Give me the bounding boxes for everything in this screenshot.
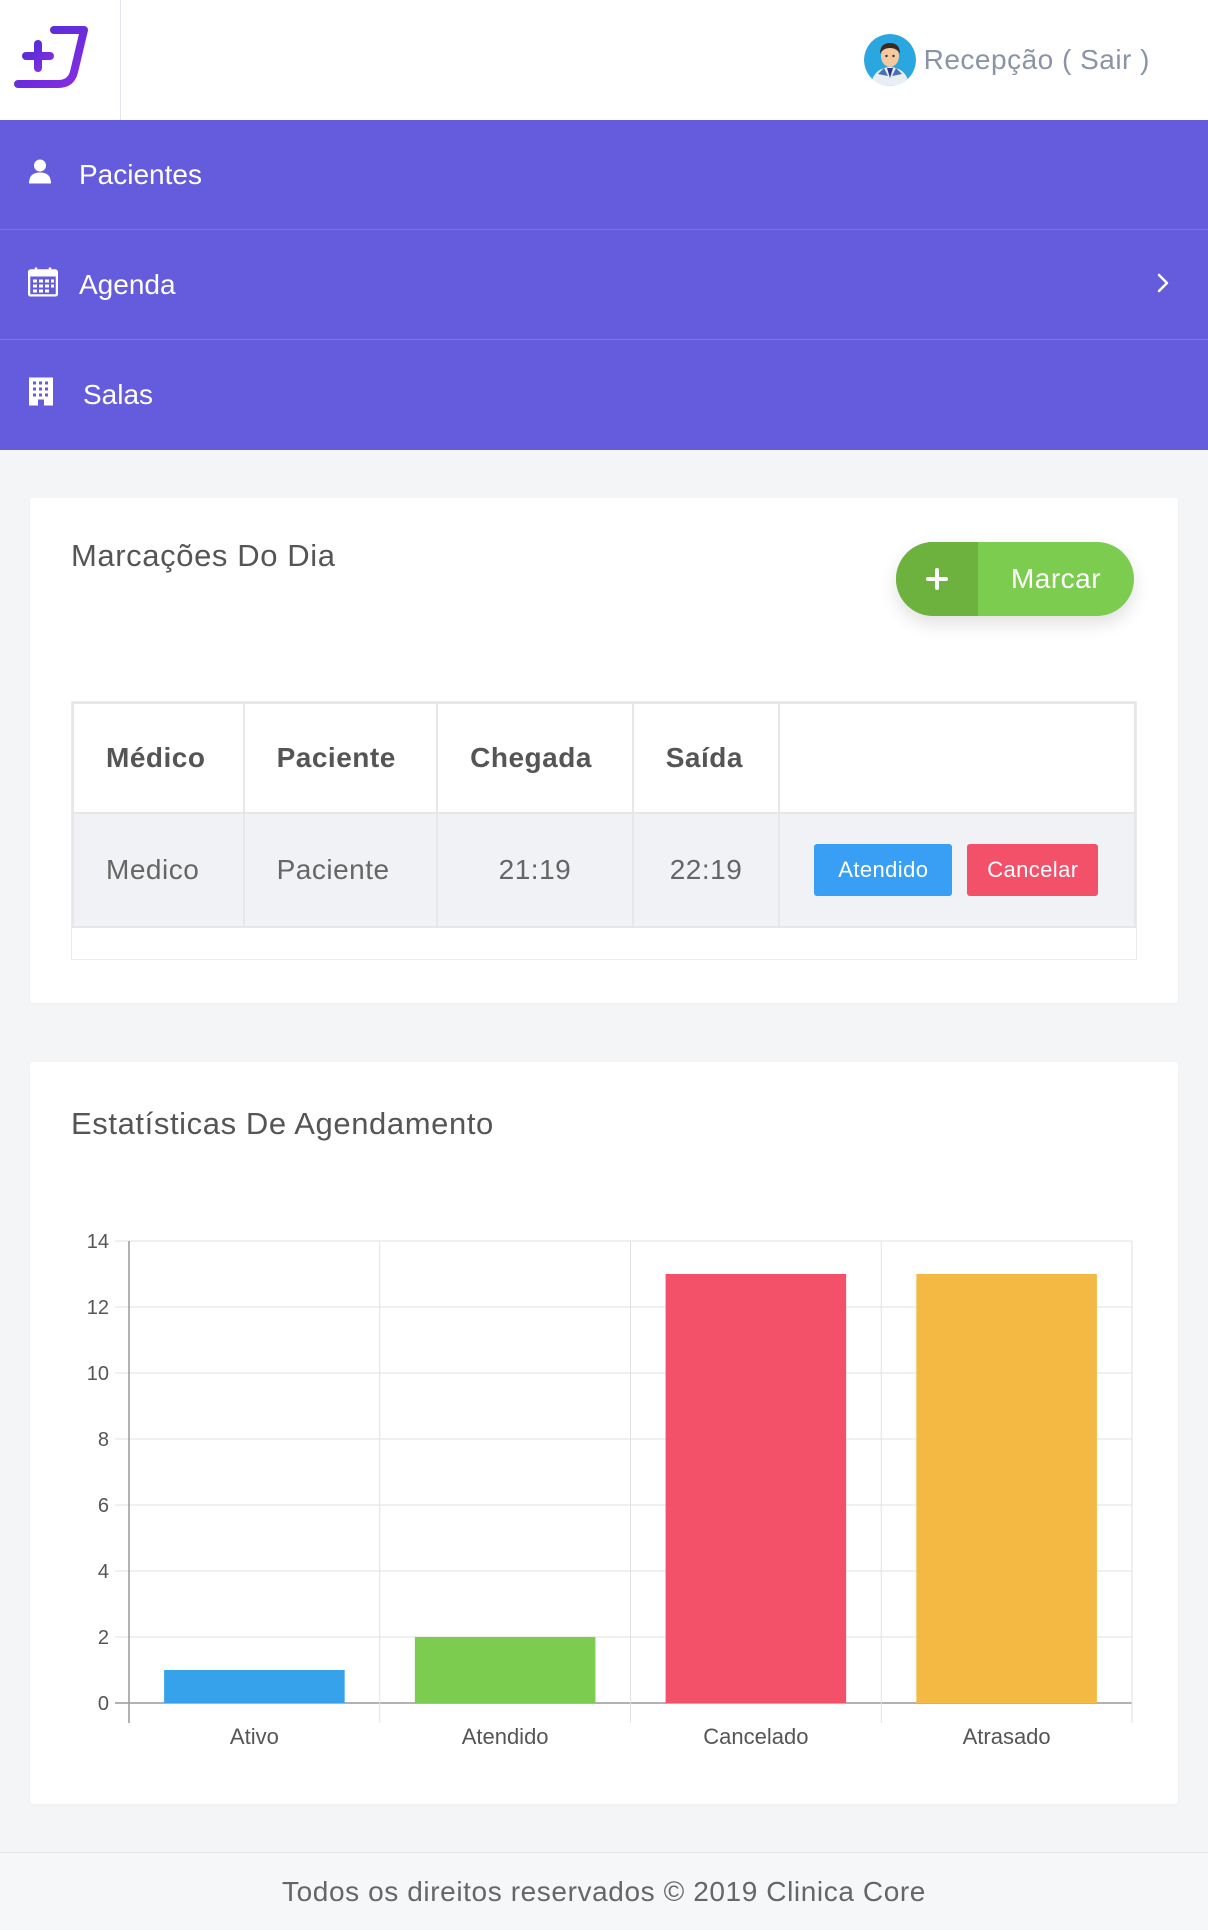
user-label[interactable]: Recepção ( Sair ) [924,44,1150,76]
atendido-button[interactable]: Atendido [814,844,953,896]
cell-saida: 22:19 [631,812,781,928]
footer: Todos os direitos reservados © 2019 Clin… [0,1852,1208,1930]
y-tick-label: 4 [98,1561,109,1583]
nav-label: Salas [83,379,154,410]
cancelar-button[interactable]: Cancelar [967,844,1099,896]
table-row: Medico Paciente 21:19 22:19 Atendido Can… [72,812,1136,928]
x-tick-label: Ativo [230,1724,279,1749]
footer-text: Todos os direitos reservados © 2019 Clin… [282,1875,926,1907]
marcar-button[interactable]: Marcar [896,542,1134,616]
y-tick-label: 12 [87,1297,109,1319]
nav-item-salas[interactable]: Salas [0,340,1208,450]
logo[interactable] [0,0,121,120]
column-header-paciente: Paciente [242,702,439,814]
x-tick-label: Cancelado [703,1724,808,1749]
avatar [863,34,916,86]
x-tick-label: Atendido [462,1724,549,1749]
y-tick-label: 0 [98,1693,109,1715]
column-header-saida: Saída [631,702,781,814]
user-menu[interactable]: Recepção ( Sair ) [863,32,1150,88]
top-header: Recepção ( Sair ) [0,0,1208,120]
cell-chegada: 21:19 [436,812,634,928]
cell-paciente: Paciente [242,812,439,928]
stats-card: Estatísticas De Agendamento 0 2 4 6 8 10 12 14 A… [30,1062,1178,1804]
nav-item-pacientes[interactable]: Pacientes [0,120,1208,230]
marcar-label: Marcar [1010,563,1102,594]
cell-actions: Atendido Cancelar [778,812,1136,928]
bar-atendido [414,1637,596,1703]
bar-cancelado [665,1274,847,1703]
column-header-chegada: Chegada [436,702,634,814]
y-tick-label: 6 [98,1495,109,1517]
calendar-icon [27,266,59,303]
x-tick-label: Atrasado [963,1724,1051,1749]
appointments-title: Marcações Do Dia [71,538,336,573]
bar-atrasado [916,1274,1097,1703]
y-tick-label: 2 [98,1627,109,1649]
cell-medico: Medico [72,812,245,928]
appointments-card: Marcações Do Dia Marcar Médico Paciente … [30,498,1178,1003]
logo-icon [14,26,88,88]
column-header-actions [778,702,1136,814]
column-header-medico: Médico [72,702,245,814]
main-nav: Pacientes Agenda Salas [0,120,1208,450]
user-icon [28,158,52,191]
building-icon [28,377,54,414]
y-tick-label: 14 [87,1231,109,1253]
chevron-right-icon [1156,269,1170,301]
bar-ativo [164,1670,345,1703]
appointments-table: Médico Paciente Chegada Saída Medico Pac… [71,701,1137,960]
table-header-row: Médico Paciente Chegada Saída [72,702,1136,814]
stats-bar-chart: 0 2 4 6 8 10 12 14 Ativo Atendido Cancelado Atrasad… [87,1231,1133,1749]
nav-item-agenda[interactable]: Agenda [0,230,1208,340]
y-tick-label: 10 [87,1363,109,1385]
y-tick-label: 8 [98,1429,109,1451]
plus-icon [896,542,978,616]
nav-label: Pacientes [79,158,202,190]
nav-label: Agenda [79,268,176,300]
